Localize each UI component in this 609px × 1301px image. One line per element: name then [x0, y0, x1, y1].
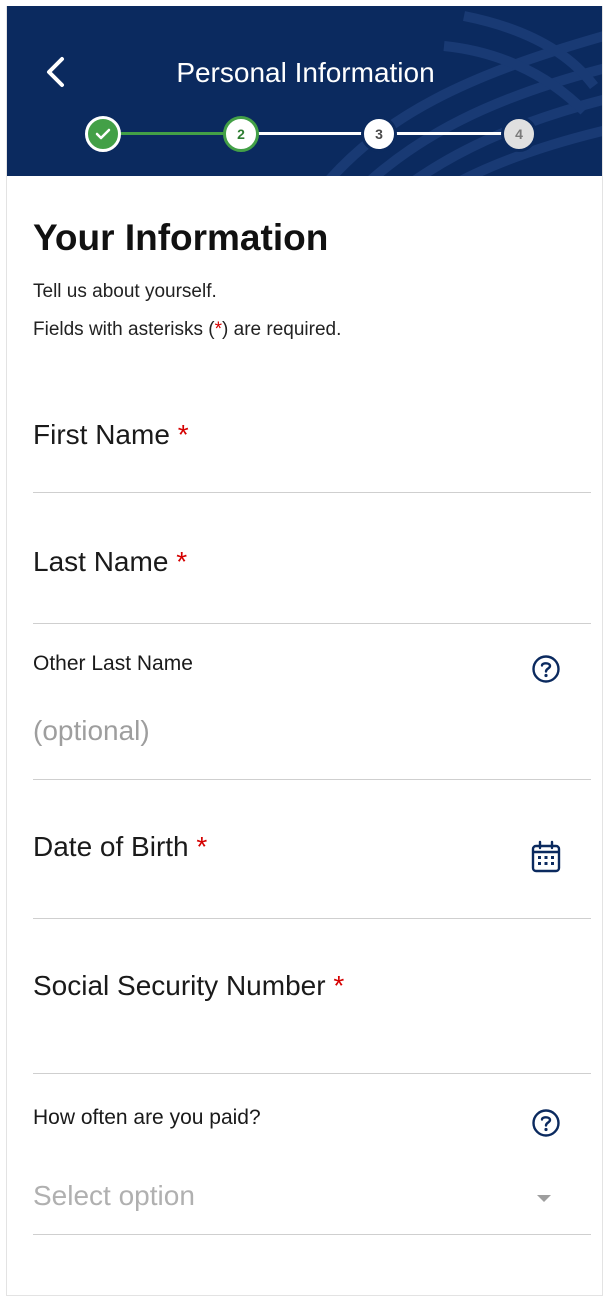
required-note-suffix: ) are required. [222, 319, 342, 340]
calendar-icon [531, 840, 561, 873]
intro-text: Tell us about yourself. [33, 281, 217, 302]
required-note: Fields with asterisks (*) are required. [33, 318, 341, 342]
last-name-label: Last Name * [33, 545, 187, 579]
step-2-label: 2 [237, 126, 245, 142]
pay-frequency-select[interactable]: Select option [33, 1179, 195, 1213]
question-circle-icon [532, 655, 560, 683]
step-3-label: 3 [375, 126, 383, 142]
first-name-field[interactable]: First Name * [33, 386, 591, 493]
ssn-required-mark: * [333, 970, 345, 1001]
last-name-required-mark: * [176, 546, 188, 577]
last-name-label-text: Last Name [33, 546, 169, 577]
step-1 [85, 116, 121, 152]
app-header: Personal Information 2 3 4 [7, 6, 602, 176]
first-name-required-mark: * [177, 419, 189, 450]
step-2: 2 [223, 116, 259, 152]
check-icon [95, 128, 111, 140]
ssn-label-text: Social Security Number [33, 970, 326, 1001]
step-4: 4 [501, 116, 537, 152]
other-last-name-help-button[interactable] [529, 652, 563, 686]
other-last-name-input[interactable]: (optional) [33, 714, 150, 748]
ssn-field[interactable]: Social Security Number * [33, 919, 591, 1074]
section-title: Your Information [33, 217, 329, 258]
step-3: 3 [361, 116, 397, 152]
ssn-label: Social Security Number * [33, 969, 344, 1003]
pay-frequency-help-button[interactable] [529, 1106, 563, 1140]
date-picker-button[interactable] [529, 840, 563, 874]
pay-frequency-field[interactable]: How often are you paid? Select option [33, 1074, 591, 1235]
step-4-label: 4 [515, 126, 523, 142]
first-name-label-text: First Name [33, 419, 170, 450]
last-name-field[interactable]: Last Name * [33, 493, 591, 624]
date-of-birth-label: Date of Birth * [33, 830, 207, 864]
date-of-birth-label-text: Date of Birth [33, 831, 189, 862]
caret-down-icon[interactable] [537, 1195, 551, 1202]
pay-frequency-label: How often are you paid? [33, 1106, 261, 1129]
other-last-name-field[interactable]: Other Last Name (optional) [33, 624, 591, 780]
first-name-label: First Name * [33, 418, 189, 452]
date-of-birth-field[interactable]: Date of Birth * [33, 780, 591, 919]
other-last-name-label: Other Last Name [33, 652, 193, 675]
date-of-birth-required-mark: * [196, 831, 208, 862]
required-note-prefix: Fields with asterisks ( [33, 319, 215, 340]
question-circle-icon [532, 1109, 560, 1137]
progress-stepper: 2 3 4 [7, 114, 602, 154]
app-frame: Personal Information 2 3 4 Your Informat… [6, 6, 603, 1296]
page-title: Personal Information [176, 57, 435, 88]
required-note-asterisk: * [214, 319, 223, 340]
